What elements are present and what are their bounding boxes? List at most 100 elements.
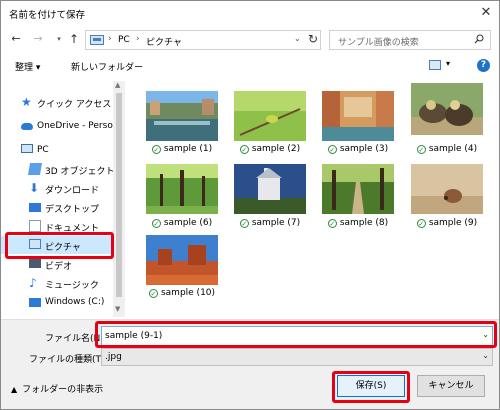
music-icon: ♪ <box>29 276 37 290</box>
sidebar-item-pictures[interactable]: ピクチャ <box>1 236 113 254</box>
sidebar-item-label: ビデオ <box>45 262 73 272</box>
search-placeholder: サンプル画像の検索 <box>338 38 419 48</box>
image-thumbnail <box>146 91 218 141</box>
cloud-icon <box>21 123 33 130</box>
search-icon[interactable] <box>474 34 484 44</box>
address-bar[interactable]: › PC › ピクチャ ⌄ ↻ <box>85 30 321 50</box>
filetype-value: .jpg <box>105 352 122 362</box>
view-icon[interactable] <box>429 60 441 70</box>
image-thumbnail <box>411 83 483 135</box>
new-folder-button[interactable]: 新しいフォルダー <box>71 60 143 73</box>
image-thumbnail <box>322 164 394 214</box>
navigation-bar: ← → ▾ ↑ › PC › ピクチャ ⌄ ↻ サンプル画像の検索 <box>1 25 499 55</box>
save-button[interactable]: 保存(S) <box>337 375 405 397</box>
sidebar-item-3d-objects[interactable]: 3D オブジェクト <box>1 160 115 178</box>
sidebar-item-windows-c[interactable]: Windows (C:) <box>1 293 113 311</box>
download-icon: ⬇ <box>29 181 40 195</box>
sync-check-icon: ✓ <box>151 145 161 154</box>
image-thumbnail <box>146 164 218 214</box>
dialog-title: 名前を付けて保存 <box>9 10 86 21</box>
scroll-down-icon[interactable]: ▼ <box>115 305 120 313</box>
drive-icon <box>29 298 41 307</box>
title-bar: 名前を付けて保存 ✕ <box>1 1 499 25</box>
sidebar-item-label: ピクチャ <box>45 243 81 253</box>
address-dropdown-icon[interactable]: ⌄ <box>294 34 301 43</box>
filename-label: ファイル名(N): <box>45 334 107 344</box>
pictures-icon <box>29 239 41 249</box>
sidebar-item-desktop[interactable]: デスクトップ <box>1 198 113 216</box>
file-name: ✓ sample (10) <box>148 288 216 298</box>
back-arrow-icon[interactable]: ← <box>9 32 23 46</box>
view-dropdown-icon[interactable]: ▾ <box>446 59 450 68</box>
organize-button[interactable]: 整理 ▾ <box>15 60 40 73</box>
desktop-icon <box>29 203 41 212</box>
recent-locations-chevron-icon[interactable]: ▾ <box>52 32 66 46</box>
sidebar-item-downloads[interactable]: ⬇ ダウンロード <box>1 179 113 197</box>
sidebar-item-label: ダウンロード <box>45 186 100 196</box>
cancel-button[interactable]: キャンセル <box>417 375 485 397</box>
breadcrumb-pictures[interactable]: ピクチャ <box>146 35 182 48</box>
image-thumbnail <box>146 235 218 285</box>
sync-check-icon: ✓ <box>327 219 337 228</box>
computer-icon <box>21 144 33 153</box>
refresh-icon[interactable]: ↻ <box>308 32 318 46</box>
close-icon[interactable]: ✕ <box>477 4 495 22</box>
sync-check-icon: ✓ <box>239 145 249 154</box>
sidebar-item-label: 3D オブジェクト <box>45 167 115 177</box>
file-name: ✓ sample (2) <box>239 144 301 154</box>
file-name: ✓ sample (1) <box>151 144 213 154</box>
sidebar-item-documents[interactable]: ドキュメント <box>1 217 113 235</box>
videos-icon <box>29 258 41 268</box>
filename-value[interactable]: sample (9-1) <box>105 331 162 341</box>
save-as-dialog: 名前を付けて保存 ✕ ← → ▾ ↑ › PC › ピクチャ ⌄ ↻ サンプル画… <box>0 0 500 410</box>
sidebar-item-label: OneDrive - Person <box>37 121 119 131</box>
search-input[interactable]: サンプル画像の検索 <box>329 30 491 50</box>
hide-folders-label: フォルダーの非表示 <box>22 385 104 395</box>
sidebar-item-videos[interactable]: ビデオ <box>1 255 113 273</box>
file-name: ✓ sample (7) <box>239 218 301 228</box>
sidebar-item-label: デスクトップ <box>45 205 100 215</box>
sidebar-item-music[interactable]: ♪ ミュージック <box>1 274 113 292</box>
scroll-up-icon[interactable]: ▲ <box>115 81 120 89</box>
sidebar-item-onedrive[interactable]: OneDrive - Person <box>1 117 119 135</box>
navigation-pane-scrollbar[interactable]: ▲ ▼ <box>113 81 125 317</box>
documents-icon <box>29 220 41 232</box>
sidebar-item-quick-access[interactable]: ★ クイック アクセス <box>1 93 113 111</box>
breadcrumb-separator-icon[interactable]: › <box>136 34 140 44</box>
chevron-down-icon[interactable]: ⌄ <box>482 330 489 339</box>
up-arrow-icon[interactable]: ↑ <box>67 32 81 46</box>
sync-check-icon: ✓ <box>416 145 426 154</box>
sidebar-item-label: ドキュメント <box>45 224 100 234</box>
sync-check-icon: ✓ <box>416 219 426 228</box>
file-name: ✓ sample (6) <box>151 218 213 228</box>
file-name: ✓ sample (9) <box>416 218 478 228</box>
chevron-down-icon[interactable]: ⌄ <box>482 351 489 360</box>
image-thumbnail <box>322 91 394 141</box>
sidebar-item-pc[interactable]: PC <box>1 141 113 159</box>
breadcrumb-pc[interactable]: PC <box>118 35 130 45</box>
3d-objects-icon <box>27 163 43 175</box>
sync-check-icon: ✓ <box>327 145 337 154</box>
forward-arrow-icon[interactable]: → <box>31 32 45 46</box>
filename-field[interactable]: sample (9-1) ⌄ <box>101 326 493 346</box>
filetype-select[interactable]: .jpg ⌄ <box>101 348 493 366</box>
image-thumbnail <box>411 164 483 214</box>
sync-check-icon: ✓ <box>148 289 158 298</box>
file-list: ✓ sample (1) ✓ sample (2) ✓ sample (3) ✓… <box>126 81 499 317</box>
star-icon: ★ <box>21 95 32 109</box>
hide-folders-toggle[interactable]: ▲ フォルダーの非表示 <box>11 382 103 395</box>
sidebar-item-label: クイック アクセス <box>37 100 112 110</box>
navigation-pane: ★ クイック アクセス OneDrive - Person PC 3D オブジェ… <box>1 81 126 317</box>
file-name: ✓ sample (4) <box>416 144 478 154</box>
scrollbar-thumb[interactable] <box>116 93 122 297</box>
file-name: ✓ sample (8) <box>327 218 389 228</box>
sidebar-item-label: PC <box>37 145 49 155</box>
sync-check-icon: ✓ <box>151 219 161 228</box>
command-bar: 整理 ▾ 新しいフォルダー ▾ ? <box>1 55 499 77</box>
save-options-panel: ファイル名(N): sample (9-1) ⌄ ファイルの種類(T): .jp… <box>1 319 499 409</box>
sync-check-icon: ✓ <box>239 219 249 228</box>
file-name: ✓ sample (3) <box>327 144 389 154</box>
breadcrumb-separator-icon[interactable]: › <box>108 34 112 44</box>
filetype-label: ファイルの種類(T): <box>29 355 108 365</box>
help-icon[interactable]: ? <box>477 59 490 72</box>
